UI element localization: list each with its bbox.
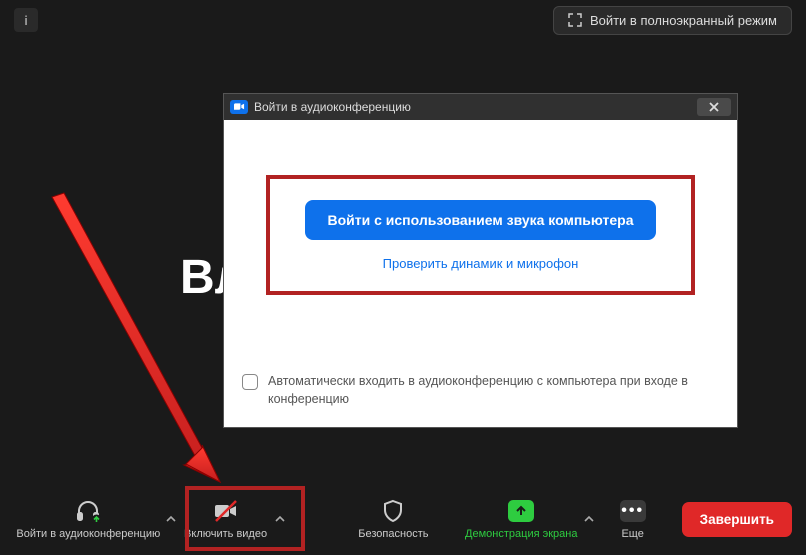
dialog-title: Войти в аудиоконференцию	[254, 100, 691, 114]
annotation-highlight: Войти с использованием звука компьютера …	[266, 175, 695, 295]
share-screen-button[interactable]: Демонстрация экрана	[461, 492, 581, 546]
share-screen-icon	[508, 498, 534, 524]
audio-join-dialog: Войти в аудиоконференцию Войти с использ…	[223, 93, 738, 428]
test-speaker-mic-link[interactable]: Проверить динамик и микрофон	[383, 256, 579, 271]
annotation-arrow	[34, 185, 234, 505]
join-computer-audio-button[interactable]: Войти с использованием звука компьютера	[305, 200, 655, 240]
top-bar: i Войти в полноэкранный режим	[0, 0, 806, 40]
meeting-toolbar: Войти в аудиоконференцию Включить видео …	[0, 483, 806, 555]
join-audio-button[interactable]: Войти в аудиоконференцию	[14, 492, 163, 546]
chevron-up-icon	[166, 514, 176, 524]
chevron-up-icon	[275, 514, 285, 524]
fullscreen-button[interactable]: Войти в полноэкранный режим	[553, 6, 792, 35]
audio-options-caret[interactable]	[163, 483, 180, 555]
auto-join-label: Автоматически входить в аудиоконференцию…	[268, 372, 719, 410]
headphones-icon	[75, 498, 101, 524]
join-audio-label: Войти в аудиоконференцию	[16, 528, 160, 540]
video-options-caret[interactable]	[272, 483, 289, 555]
dialog-titlebar: Войти в аудиоконференцию	[224, 94, 737, 120]
close-icon	[708, 101, 720, 113]
dialog-body: Войти с использованием звука компьютера …	[224, 120, 737, 427]
more-label: Еще	[621, 528, 643, 540]
share-options-caret[interactable]	[581, 483, 598, 555]
share-screen-label: Демонстрация экрана	[465, 528, 577, 540]
info-icon: i	[24, 13, 28, 28]
end-meeting-button[interactable]: Завершить	[682, 502, 792, 537]
security-button[interactable]: Безопасность	[353, 492, 434, 546]
chevron-up-icon	[584, 514, 594, 524]
fullscreen-label: Войти в полноэкранный режим	[590, 13, 777, 28]
start-video-button[interactable]: Включить видео	[179, 492, 272, 546]
dialog-footer: Автоматически входить в аудиоконференцию…	[224, 360, 737, 428]
video-off-icon	[213, 498, 239, 524]
dialog-close-button[interactable]	[697, 98, 731, 116]
start-video-label: Включить видео	[184, 528, 267, 540]
zoom-app-icon	[230, 100, 248, 114]
meeting-info-button[interactable]: i	[14, 8, 38, 32]
more-button[interactable]: ••• Еще	[598, 492, 668, 546]
more-icon: •••	[620, 498, 646, 524]
shield-icon	[380, 498, 406, 524]
auto-join-checkbox[interactable]	[242, 374, 258, 390]
fullscreen-icon	[568, 13, 582, 27]
security-label: Безопасность	[358, 528, 428, 540]
